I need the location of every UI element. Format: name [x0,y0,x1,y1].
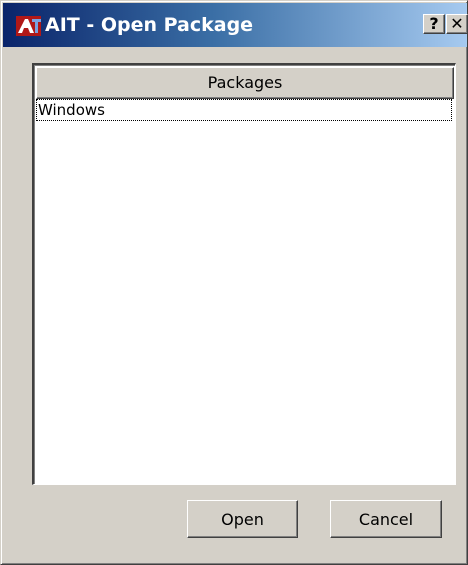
packages-list[interactable]: Packages Windows [32,63,456,485]
cancel-button[interactable]: Cancel [330,500,442,538]
title-bar[interactable]: AIT - Open Package ? ✕ [3,3,468,47]
open-package-dialog: AIT - Open Package ? ✕ Packages Windows … [0,0,468,565]
close-icon: ✕ [450,14,464,33]
help-icon: ? [429,14,439,33]
column-header-packages[interactable]: Packages [36,67,454,99]
open-button[interactable]: Open [187,500,298,538]
close-button[interactable]: ✕ [446,14,468,34]
help-button[interactable]: ? [423,14,445,34]
list-item-windows[interactable]: Windows [36,99,452,121]
ait-app-icon[interactable] [16,15,42,37]
window-title: AIT - Open Package [45,14,254,36]
